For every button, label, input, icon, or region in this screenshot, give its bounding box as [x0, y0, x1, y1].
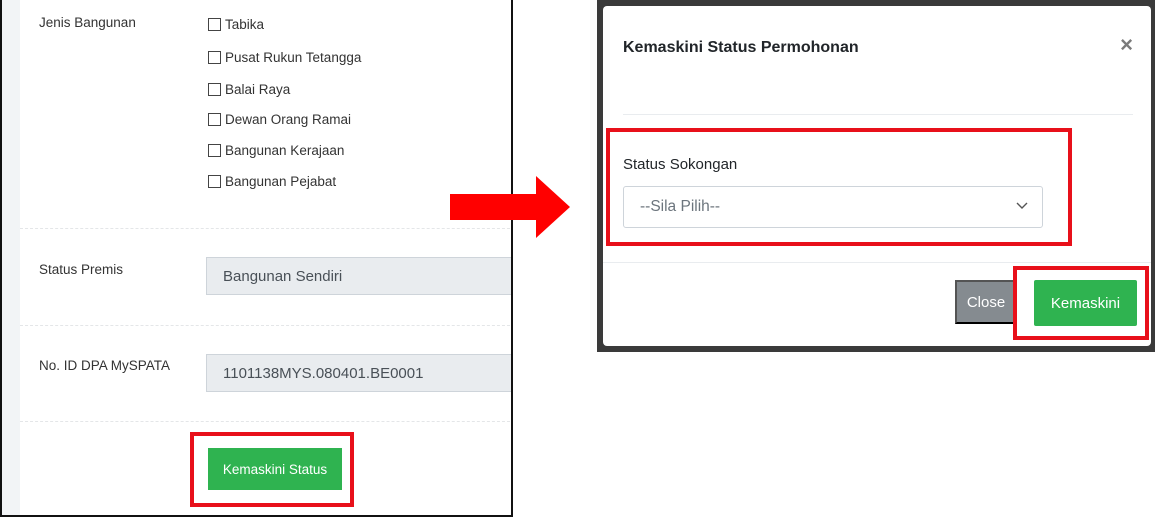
checkbox-tabika[interactable]: Tabika — [208, 14, 264, 34]
dpa-id-field: 1101138MYS.080401.BE0001 — [206, 354, 511, 392]
checkbox-icon[interactable] — [208, 17, 221, 31]
update-status-modal: Kemaskini Status Permohonan × Status Sok… — [603, 6, 1151, 346]
checkbox-label: Tabika — [225, 16, 265, 32]
checkbox-label: Balai Raya — [225, 81, 291, 97]
checkbox-dewan-orang-ramai[interactable]: Dewan Orang Ramai — [208, 109, 351, 129]
checkbox-icon[interactable] — [208, 82, 221, 96]
checkbox-bangunan-kerajaan[interactable]: Bangunan Kerajaan — [208, 140, 344, 160]
checkbox-label: Dewan Orang Ramai — [225, 111, 352, 127]
form-gutter — [2, 0, 20, 515]
modal-title: Kemaskini Status Permohonan — [623, 39, 859, 56]
close-button[interactable]: Close — [955, 280, 1017, 324]
arrow-right-icon — [450, 176, 570, 238]
dpa-label: No. ID DPA MySPATA — [39, 358, 171, 373]
status-premis-label: Status Premis — [39, 262, 124, 277]
status-sokongan-label: Status Sokongan — [623, 156, 738, 173]
close-icon[interactable]: × — [1120, 34, 1133, 56]
status-premis-value: Bangunan Sendiri — [223, 267, 343, 285]
checkbox-icon[interactable] — [208, 143, 221, 157]
application-form-panel: Jenis Bangunan Tabika Pusat Rukun Tetang… — [0, 0, 513, 517]
divider — [20, 421, 511, 422]
divider — [20, 228, 511, 229]
select-placeholder: --Sila Pilih-- — [640, 198, 721, 215]
checkbox-label: Bangunan Kerajaan — [225, 142, 345, 158]
checkbox-icon[interactable] — [208, 112, 221, 126]
checkbox-icon[interactable] — [208, 50, 221, 64]
checkbox-balai-raya[interactable]: Balai Raya — [208, 79, 290, 99]
divider — [20, 325, 511, 326]
checkbox-label: Bangunan Pejabat — [225, 173, 337, 189]
modal-footer-divider — [603, 262, 1151, 263]
status-premis-field: Bangunan Sendiri — [206, 257, 511, 295]
checkbox-pusat-rukun-tetangga[interactable]: Pusat Rukun Tetangga — [208, 47, 361, 67]
modal-frame: Kemaskini Status Permohonan × Status Sok… — [597, 0, 1155, 352]
checkbox-bangunan-pejabat[interactable]: Bangunan Pejabat — [208, 171, 336, 191]
kemaskini-status-button[interactable]: Kemaskini Status — [208, 448, 342, 490]
checkbox-label: Pusat Rukun Tetangga — [225, 49, 362, 65]
modal-divider — [623, 114, 1133, 115]
jenis-bangunan-label: Jenis Bangunan — [39, 15, 136, 30]
checkbox-icon[interactable] — [208, 174, 221, 188]
chevron-down-icon — [1016, 202, 1028, 209]
status-sokongan-select[interactable]: --Sila Pilih-- — [623, 186, 1043, 228]
dpa-id-value: 1101138MYS.080401.BE0001 — [223, 364, 424, 382]
kemaskini-button[interactable]: Kemaskini — [1034, 280, 1137, 326]
